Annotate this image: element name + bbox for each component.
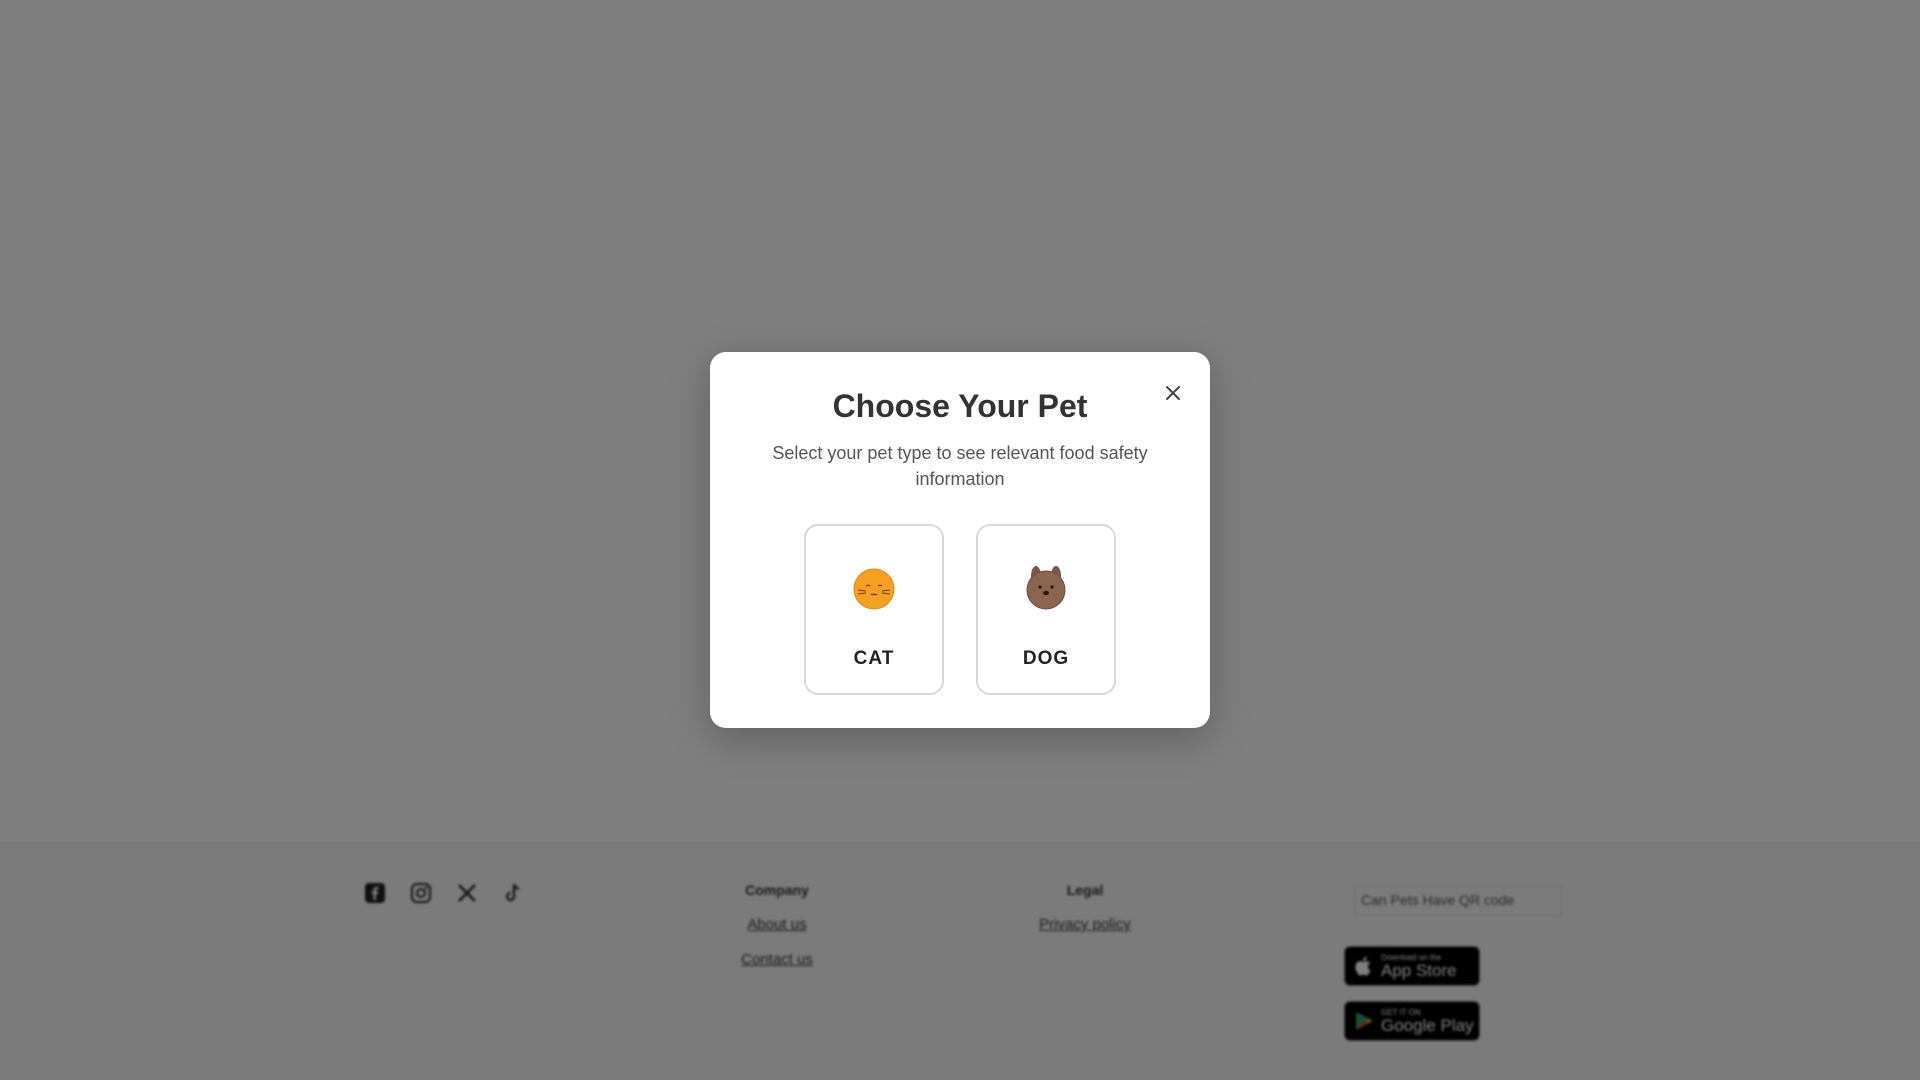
pet-option-cat[interactable]: CAT — [804, 524, 944, 695]
choose-pet-modal: Choose Your Pet Select your pet type to … — [710, 352, 1210, 728]
dog-face-icon — [1026, 566, 1066, 610]
cat-face-icon — [853, 568, 895, 610]
pet-option-dog[interactable]: DOG — [976, 524, 1116, 695]
modal-subtitle: Select your pet type to see relevant foo… — [772, 443, 1148, 489]
pet-option-dog-label: DOG — [1022, 648, 1070, 669]
modal-title: Choose Your Pet — [832, 388, 1088, 424]
pet-option-cat-label: CAT — [853, 648, 895, 669]
